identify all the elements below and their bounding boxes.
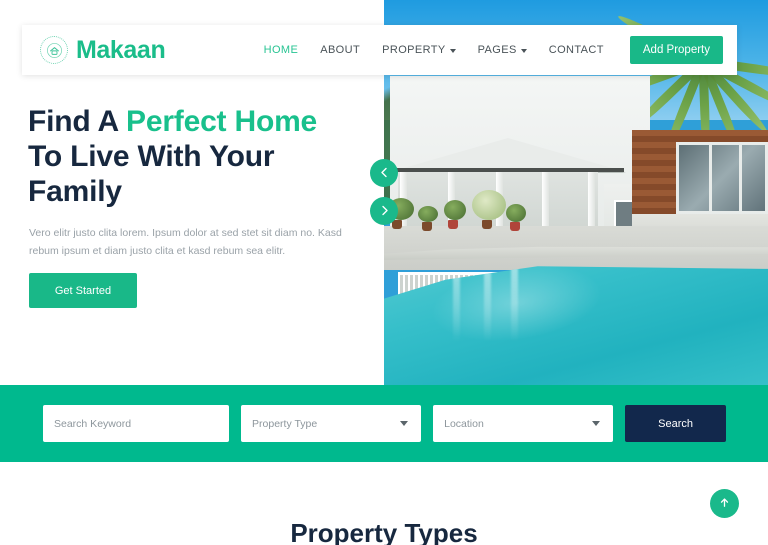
property-types-section: Property Types [0, 462, 768, 545]
hero-title: Find A Perfect Home To Live With Your Fami… [28, 104, 358, 209]
location-select[interactable]: Location [433, 405, 614, 442]
chevron-down-icon [592, 421, 601, 426]
hero-title-line2: To Live With Your [28, 140, 275, 174]
nav-item-contact-label: CONTACT [548, 44, 604, 56]
chevron-right-icon [379, 204, 390, 219]
property-type-select[interactable]: Property Type [241, 405, 422, 442]
search-keyword-placeholder: Search Keyword [54, 417, 132, 430]
chevron-down-icon [400, 421, 409, 426]
carousel-prev-button[interactable] [370, 159, 398, 187]
nav-item-home[interactable]: HOME [264, 44, 299, 56]
hero-title-accent: Perfect Home [126, 105, 318, 138]
add-property-button[interactable]: Add Property [629, 36, 723, 64]
top-navigation-bar: Makaan HOME ABOUT PROPERTY PAGES CONTACT… [22, 25, 737, 75]
garden-planters [384, 186, 534, 246]
nav-item-property-label: PROPERTY [382, 44, 446, 56]
property-type-value: Property Type [252, 417, 318, 430]
primary-nav: HOME ABOUT PROPERTY PAGES CONTACT Add Pr… [264, 36, 723, 64]
swimming-pool [384, 266, 768, 385]
wing-glass-doors [676, 142, 768, 214]
nav-item-home-label: HOME [263, 44, 299, 56]
carousel-next-button[interactable] [370, 197, 398, 225]
house-roof [390, 138, 626, 172]
chevron-down-icon [520, 49, 527, 53]
back-to-top-button[interactable] [710, 489, 739, 518]
location-value: Location [444, 417, 484, 430]
property-types-title: Property Types [290, 518, 478, 545]
brand-name: Makaan [76, 35, 166, 64]
search-keyword-input[interactable]: Search Keyword [43, 405, 230, 442]
nav-item-pages[interactable]: PAGES [478, 44, 527, 56]
nav-item-about[interactable]: ABOUT [320, 44, 360, 56]
property-search-bar: Search Keyword Property Type Location Se… [0, 385, 768, 462]
hero-title-plain: Find A [28, 105, 127, 138]
nav-item-contact[interactable]: CONTACT [549, 44, 604, 56]
search-fields-row: Search Keyword Property Type Location Se… [43, 405, 726, 442]
page-root: Find A Perfect Home To Live With Your Fami… [0, 0, 768, 545]
nav-item-about-label: ABOUT [320, 44, 361, 56]
house-badge-icon [40, 36, 68, 64]
nav-item-pages-label: PAGES [477, 44, 517, 56]
hero-description: Vero elitr justo clita lorem. Ipsum dolo… [29, 227, 342, 258]
chevron-down-icon [449, 49, 456, 53]
chevron-left-icon [379, 166, 390, 181]
get-started-button[interactable]: Get Started [29, 273, 137, 308]
brand-logo-link[interactable]: Makaan [40, 35, 166, 65]
hero-title-line3: Family [28, 175, 122, 209]
nav-item-property[interactable]: PROPERTY [382, 44, 456, 56]
arrow-up-icon [718, 496, 731, 512]
search-submit-button[interactable]: Search [625, 405, 726, 442]
